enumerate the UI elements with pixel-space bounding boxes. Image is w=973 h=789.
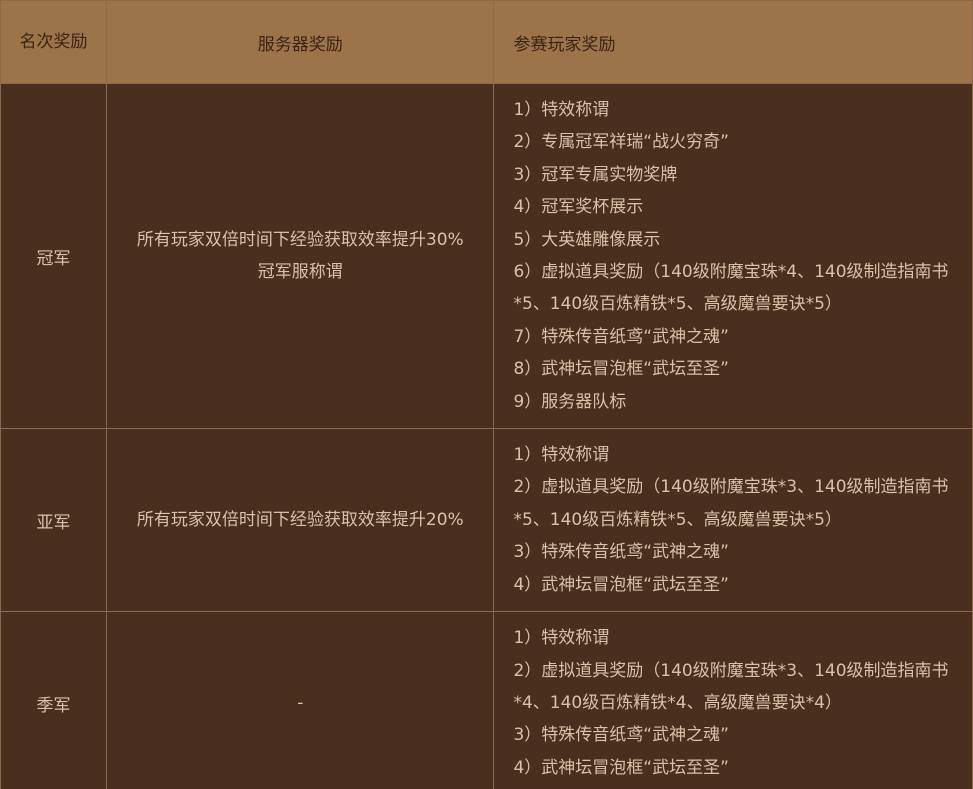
prize-item: 2）虚拟道具奖励（140级附魔宝珠*3、140级制造指南书*4、140级百炼精铁…: [513, 660, 949, 713]
table-row-champion: 冠军 所有玩家双倍时间下经验获取效率提升30% 冠军服称谓 1）特效称谓 2）专…: [0, 82, 973, 430]
prize-item: 4）武神坛冒泡框“武坛至圣”: [513, 757, 729, 778]
prize-item: 8）武神坛冒泡框“武坛至圣”: [513, 359, 729, 380]
table-row-runner-up: 亚军 所有玩家双倍时间下经验获取效率提升20% 1）特效称谓 2）虚拟道具奖励（…: [0, 428, 973, 613]
server-reward-line: -: [297, 693, 304, 714]
prize-item: 1）特效称谓: [513, 100, 610, 120]
prize-item: 2）虚拟道具奖励（140级附魔宝珠*3、140级制造指南书*5、140级百炼精铁…: [513, 477, 949, 530]
prize-item: 2）专属冠军祥瑞“战火穷奇”: [513, 132, 729, 153]
server-reward-line: 所有玩家双倍时间下经验获取效率提升30%: [136, 230, 464, 251]
player-reward-cell: 1）特效称谓 2）专属冠军祥瑞“战火穷奇” 3）冠军专属实物奖牌 4）冠军奖杯展…: [493, 82, 973, 430]
player-reward-cell: 1）特效称谓 2）虚拟道具奖励（140级附魔宝珠*3、140级制造指南书*4、1…: [493, 611, 973, 789]
prize-item: 3）特殊传音纸鸢“武神之魂”: [513, 542, 729, 563]
player-reward-cell: 1）特效称谓 2）虚拟道具奖励（140级附魔宝珠*3、140级制造指南书*5、1…: [493, 428, 973, 613]
table-header-row: 名次奖励 服务器奖励 参赛玩家奖励: [0, 0, 973, 84]
rank-cell: 亚军: [0, 428, 108, 613]
server-reward-cell: 所有玩家双倍时间下经验获取效率提升20%: [106, 428, 495, 613]
header-server-reward: 服务器奖励: [106, 0, 495, 84]
prize-item: 1）特效称谓: [513, 445, 610, 466]
prize-item: 1）特效称谓: [513, 628, 610, 649]
prize-item: 3）特殊传音纸鸢“武神之魂”: [513, 725, 729, 746]
server-reward-cell: -: [106, 611, 495, 789]
prize-item: 3）冠军专属实物奖牌: [513, 164, 678, 185]
prize-item: 7）特殊传音纸鸢“武神之魂”: [513, 326, 729, 347]
rank-cell: 季军: [0, 611, 108, 789]
server-reward-cell: 所有玩家双倍时间下经验获取效率提升30% 冠军服称谓: [106, 82, 495, 430]
header-rank: 名次奖励: [0, 0, 108, 84]
table-row-third-place: 季军 - 1）特效称谓 2）虚拟道具奖励（140级附魔宝珠*3、140级制造指南…: [0, 611, 973, 789]
prize-item: 4）冠军奖杯展示: [513, 197, 644, 218]
server-reward-line: 所有玩家双倍时间下经验获取效率提升20%: [136, 510, 464, 531]
prize-item: 6）虚拟道具奖励（140级附魔宝珠*4、140级制造指南书*5、140级百炼精铁…: [513, 262, 949, 315]
rank-cell: 冠军: [0, 82, 108, 430]
reward-table: 名次奖励 服务器奖励 参赛玩家奖励 冠军 所有玩家双倍时间下经验获取效率提升30…: [0, 0, 973, 789]
prize-item: 5）大英雄雕像展示: [513, 229, 661, 250]
prize-item: 9）服务器队标: [513, 391, 627, 412]
prize-item: 4）武神坛冒泡框“武坛至圣”: [513, 574, 729, 595]
server-reward-line: 冠军服称谓: [257, 262, 343, 283]
header-player-reward: 参赛玩家奖励: [493, 0, 973, 84]
